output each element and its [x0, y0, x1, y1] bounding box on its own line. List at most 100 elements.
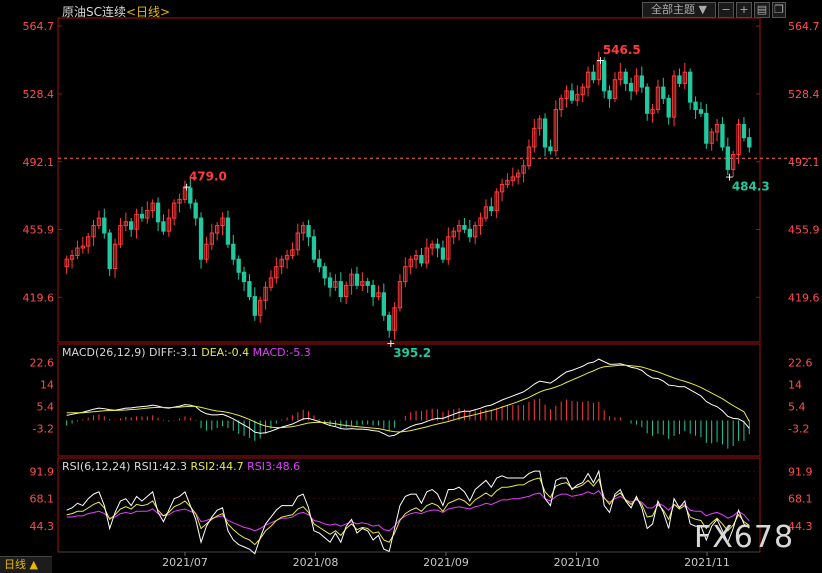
- price-tick-label-right: 455.9: [788, 223, 820, 236]
- time-tick-label: 2021/08: [293, 556, 339, 569]
- time-tick-label: 2021/10: [554, 556, 600, 569]
- macd-tick-label-left: 22.6: [30, 357, 55, 370]
- candle-body: [720, 124, 725, 148]
- chart-canvas: 564.7 564.7528.4 528.4492.1 492.1455.9 455.9…: [23, 17, 820, 569]
- chart-window: 原油SC连续<日线> 全部主题 ▼ − + ▤ ❐ 564.7 564.7 528.…: [0, 0, 822, 573]
- candle-body: [365, 281, 370, 286]
- candle-body: [489, 206, 494, 212]
- candle-body: [548, 146, 553, 152]
- macd-legend-name: MACD(26,12,9): [62, 346, 146, 359]
- candle-body: [354, 273, 360, 286]
- candle-body: [381, 292, 386, 316]
- candle-body: [698, 109, 704, 114]
- candle-body: [688, 71, 693, 103]
- candle-body: [639, 75, 644, 88]
- rsi2-line: [66, 477, 750, 546]
- candle-body: [107, 232, 112, 270]
- candle-body: [306, 225, 311, 238]
- extreme-value-label: 546.5: [603, 43, 641, 57]
- candle-body: [462, 225, 467, 230]
- price-tick-label-right: 564.7: [788, 20, 820, 33]
- price-tick-label-right: 419.6: [788, 291, 820, 304]
- time-tick-label: 2021/11: [684, 556, 730, 569]
- candle-body: [440, 247, 446, 260]
- macd-tick-label-right: 5.4: [788, 401, 806, 414]
- price-tick-label-right: 528.4: [788, 88, 820, 101]
- candle-body: [419, 254, 424, 264]
- candle-body: [666, 97, 671, 118]
- candle-body: [661, 86, 666, 99]
- candle-body: [338, 281, 343, 298]
- extreme-value-label: 395.2: [393, 346, 431, 360]
- candle-body: [370, 284, 376, 298]
- candle-body: [704, 112, 709, 144]
- rsi-legend: RSI(6,12,24) RSI1:42.3 RSI2:44.7 RSI3:48…: [62, 460, 300, 473]
- rsi-tick-label-right: 91.9: [788, 465, 813, 478]
- macd-panel-frame: [57, 343, 761, 457]
- candle-body: [311, 236, 317, 260]
- macd-tick-label-left: -3.2: [33, 423, 54, 436]
- price-tick-label-left: 455.9: [23, 223, 55, 236]
- period-tab[interactable]: 日线 ▲: [0, 556, 52, 573]
- candle-body: [252, 296, 257, 316]
- candle-body: [741, 124, 747, 139]
- rsi-tick-label-left: 91.9: [30, 465, 55, 478]
- time-tick-label: 2021/07: [162, 556, 208, 569]
- candle-body: [102, 217, 107, 234]
- candle-body: [623, 71, 628, 84]
- candle-body: [542, 118, 548, 148]
- price-tick-label-left: 564.7: [23, 20, 55, 33]
- period-tab-label: 日线: [4, 558, 26, 571]
- candle-body: [317, 258, 322, 268]
- macd-legend: MACD(26,12,9) DIFF:-3.1 DEA:-0.4 MACD:-5…: [62, 346, 311, 359]
- macd-tick-label-right: -3.2: [788, 423, 809, 436]
- rsi-legend-rsi1: RSI1:42.3: [133, 460, 188, 473]
- macd-tick-label-right: 22.6: [788, 357, 813, 370]
- candle-body: [193, 202, 198, 219]
- macd-legend-diff: DIFF:-3.1: [149, 346, 198, 359]
- candle-body: [231, 243, 236, 260]
- candle-body: [225, 217, 231, 245]
- candle-body: [129, 221, 134, 230]
- rsi-tick-label-left: 68.1: [30, 493, 55, 506]
- candle-body: [725, 146, 730, 170]
- extreme-value-label: 479.0: [189, 169, 227, 183]
- candle-body: [677, 75, 682, 84]
- price-tick-label-left: 528.4: [23, 88, 55, 101]
- watermark-logo: FX678: [694, 520, 795, 555]
- candle-body: [247, 281, 252, 298]
- candle-body: [467, 228, 472, 238]
- candle-body: [387, 314, 392, 331]
- rsi-legend-rsi3: RSI3:48.6: [247, 460, 301, 473]
- macd-tick-label-left: 14: [40, 379, 54, 392]
- rsi-tick-label-right: 68.1: [788, 493, 813, 506]
- price-tick-label-left: 492.1: [23, 156, 55, 169]
- candle-body: [236, 258, 241, 273]
- rsi-legend-name: RSI(6,12,24): [62, 460, 131, 473]
- candle-body: [569, 90, 575, 101]
- macd-tick-label-left: 5.4: [37, 401, 55, 414]
- rsi-legend-rsi2: RSI2:44.7: [190, 460, 244, 473]
- candle-body: [198, 217, 204, 260]
- time-tick-label: 2021/09: [423, 556, 469, 569]
- chevron-up-icon: ▲: [29, 558, 38, 571]
- candle-body: [645, 86, 650, 114]
- macd-legend-dea: DEA:-0.4: [201, 346, 250, 359]
- macd-legend-macd: MACD:-5.3: [252, 346, 311, 359]
- price-tick-label-left: 419.6: [23, 291, 55, 304]
- candle-body: [241, 271, 247, 283]
- rsi-tick-label-left: 44.3: [30, 520, 55, 533]
- candle-body: [322, 266, 327, 279]
- candle-body: [607, 90, 612, 99]
- candle-body: [161, 221, 166, 232]
- price-panel-frame: [57, 17, 761, 343]
- candle-body: [327, 277, 333, 288]
- candle-body: [155, 202, 161, 223]
- extreme-value-label: 484.3: [732, 179, 770, 193]
- candle-body: [139, 213, 145, 219]
- candle-body: [435, 243, 440, 249]
- candle-body: [628, 82, 634, 92]
- candle-body: [693, 101, 698, 111]
- candle-body: [591, 71, 596, 81]
- macd-tick-label-right: 14: [788, 379, 802, 392]
